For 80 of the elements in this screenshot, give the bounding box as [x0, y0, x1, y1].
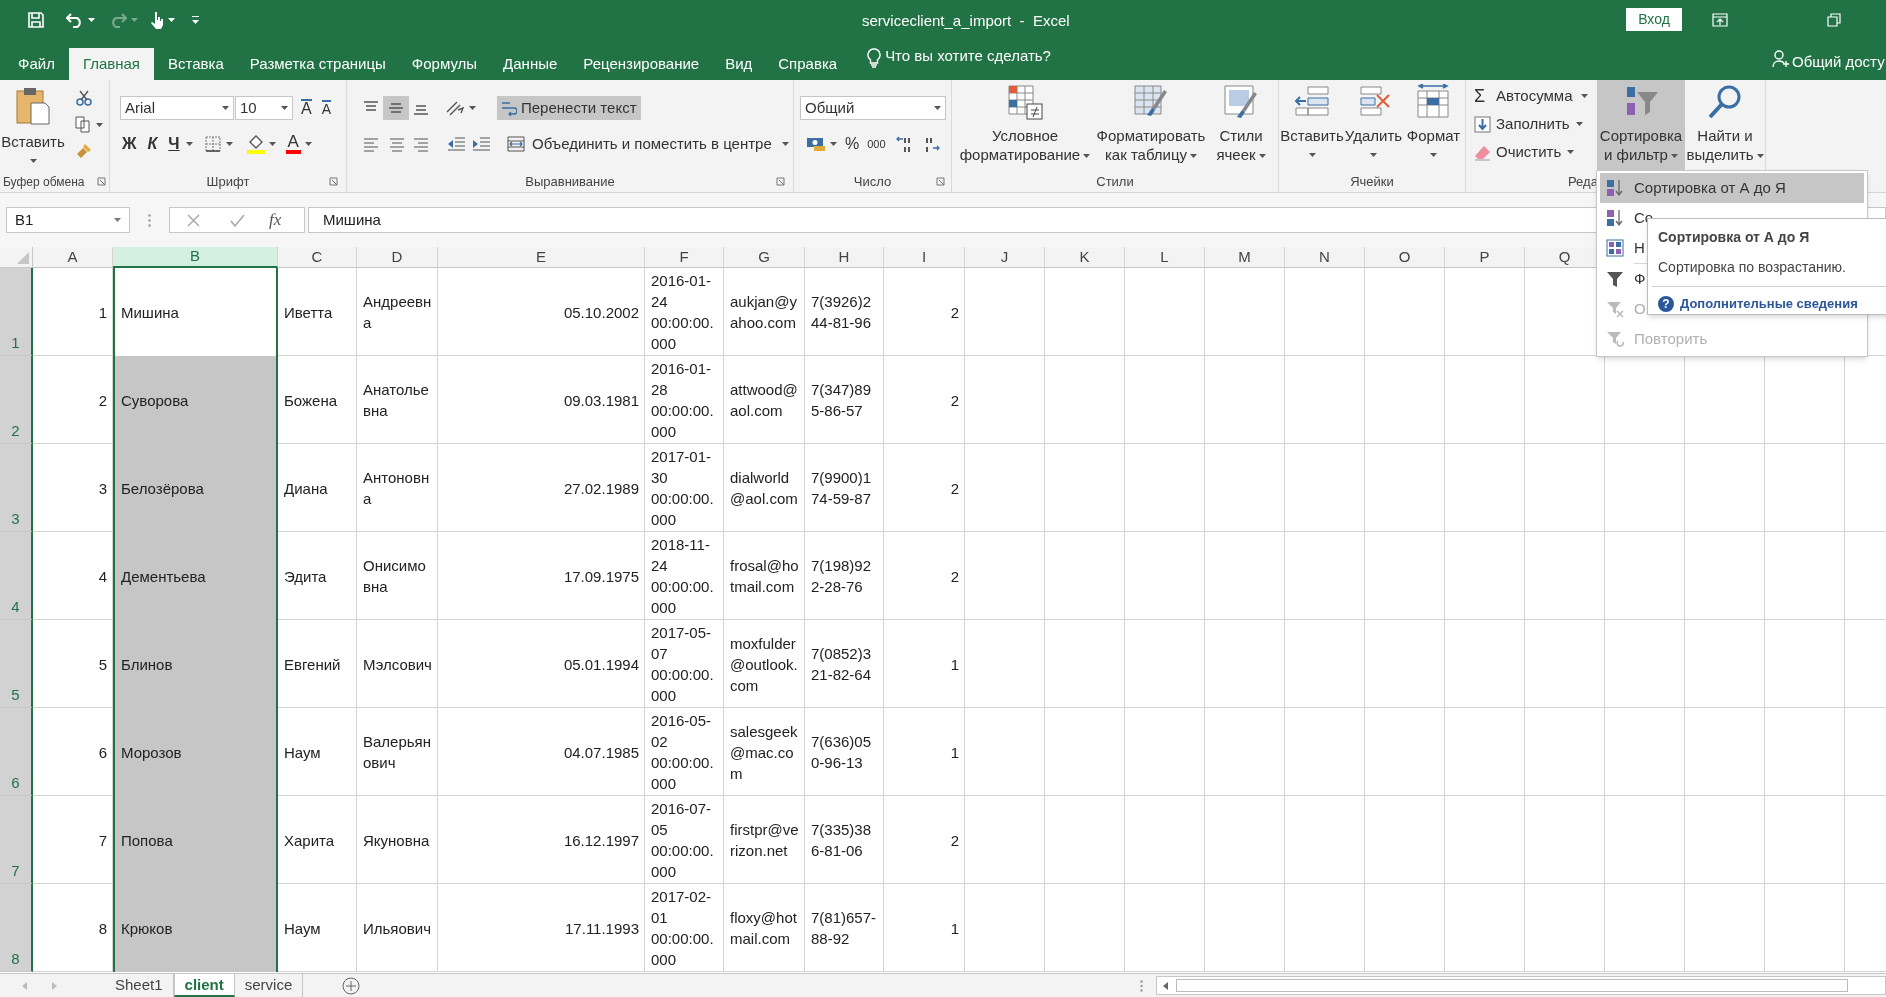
table-cell-text: 04.07.1985 [562, 742, 640, 763]
table-cell-text: 2016-01-24 00:00:00.000 [650, 271, 715, 354]
table-cell-text: Анатольевна [362, 380, 430, 421]
group-label: Ячейки [1350, 172, 1394, 191]
table-cell-text: 2016-01-28 00:00:00.000 [650, 359, 715, 442]
table-cell-text: 2 [949, 390, 960, 411]
table-cell-text: 2 [949, 566, 960, 587]
group-label: Выравнивание [525, 172, 615, 191]
group-label: Число [853, 172, 892, 191]
table-cell-text: 2 [949, 478, 960, 499]
table-cell-text: 7(9900)174-59-87 [810, 468, 873, 509]
table-cell-text: 5 [97, 654, 108, 675]
table-cell-text: 1 [949, 918, 960, 939]
table-cell-text: 27.02.1989 [562, 478, 640, 499]
group-label: Буфер обмена [3, 173, 85, 191]
table-cell: Морозов [113, 708, 278, 796]
table-cell-text: moxfulder@outlook.com [729, 633, 799, 696]
table-cell-text: Антоновна [362, 468, 431, 509]
table-cell-text: 4 [97, 566, 108, 587]
table-cell-text: Якуновна [362, 830, 431, 851]
table-cell-text: 17.09.1975 [562, 566, 640, 587]
table-cell-text: attwood@aol.com [729, 380, 799, 421]
table-cell-text: 7(198)922-28-76 [810, 556, 873, 597]
table-cell-text: 2017-01-30 00:00:00.000 [650, 447, 715, 530]
table-cell-text: 1 [97, 302, 108, 323]
table-cell-text: firstpr@verizon.net [729, 820, 800, 861]
table-cell-text: 2 [97, 390, 108, 411]
table-cell-text: Эдита [283, 566, 328, 587]
tooltip-text: Сортировка по возрастанию. [1658, 258, 1847, 277]
table-cell-text: Иветта [283, 302, 334, 323]
table-cell-text: dialworld@aol.com [729, 468, 799, 509]
table-cell-text: 7(335)386-81-06 [810, 820, 873, 861]
table-cell-text: 7(81)657-88-92 [810, 908, 878, 949]
table-cell: Дементьева [113, 532, 278, 620]
table-cell-text: aukjan@yahoo.com [729, 292, 798, 333]
table-cell-text: Евгений [283, 654, 342, 675]
table-cell: Крюков [113, 884, 278, 972]
group-label: Стили [1096, 172, 1134, 191]
table-cell-text: Онисимовна [362, 556, 427, 597]
table-cell-text: Божена [283, 390, 339, 411]
table-cell-text: 7(636)050-96-13 [810, 732, 873, 773]
table-cell-text: Ильяович [362, 918, 432, 939]
table-cell-text: 2017-05-07 00:00:00.000 [650, 623, 715, 706]
table-cell-text: floxy@hotmail.com [729, 908, 798, 949]
table-cell-text: 6 [97, 742, 108, 763]
table-cell-text: salesgeek@mac.com [729, 721, 799, 784]
window-title: serviceclient_a_import - Excel [862, 11, 1070, 31]
table-cell-text: Наум [283, 918, 322, 939]
table-cell-text: 7(347)895-86-57 [810, 380, 873, 421]
table-cell-text: 2018-11-24 00:00:00.000 [650, 535, 715, 618]
table-cell-text: Харита [283, 830, 336, 851]
table-cell: Мишина [113, 268, 278, 356]
table-cell-text: 05.01.1994 [562, 654, 640, 675]
table-cell-text: 7(0852)321-82-64 [810, 644, 873, 685]
table-cell-text: Андреевна [362, 292, 433, 333]
table-cell-text: 2017-02-01 00:00:00.000 [650, 887, 715, 970]
table-cell-text: 1 [949, 742, 960, 763]
table-cell-text: 3 [97, 478, 108, 499]
table-cell-text: 2016-07-05 00:00:00.000 [650, 799, 715, 882]
table-cell-text: 05.10.2002 [562, 302, 640, 323]
table-cell-text: 17.11.1993 [564, 918, 640, 939]
table-cell-text: Валерьянович [362, 732, 432, 773]
table-cell-text: 2016-05-02 00:00:00.000 [650, 711, 715, 794]
table-cell: Блинов [113, 620, 278, 708]
table-cell-text: 2 [949, 302, 960, 323]
table-cell-text: Наум [283, 742, 322, 763]
table-cell-text: Мэлсович [362, 654, 433, 675]
table-cell-text: 16.12.1997 [562, 830, 640, 851]
table-cell-text: 09.03.1981 [562, 390, 640, 411]
table-cell-text: 8 [97, 918, 108, 939]
table-cell: Суворова [113, 356, 278, 444]
table-cell-text: 7(3926)244-81-96 [810, 292, 873, 333]
table-cell-text: frosal@hotmail.com [729, 556, 800, 597]
table-cell-text: 2 [949, 830, 960, 851]
table-cell-text: Диана [283, 478, 329, 499]
table-cell-text: 7 [97, 830, 108, 851]
table-cell-text: 1 [949, 654, 960, 675]
table-cell: Попова [113, 796, 278, 884]
group-label: Шрифт [206, 172, 250, 191]
table-cell: Белозёрова [113, 444, 278, 532]
